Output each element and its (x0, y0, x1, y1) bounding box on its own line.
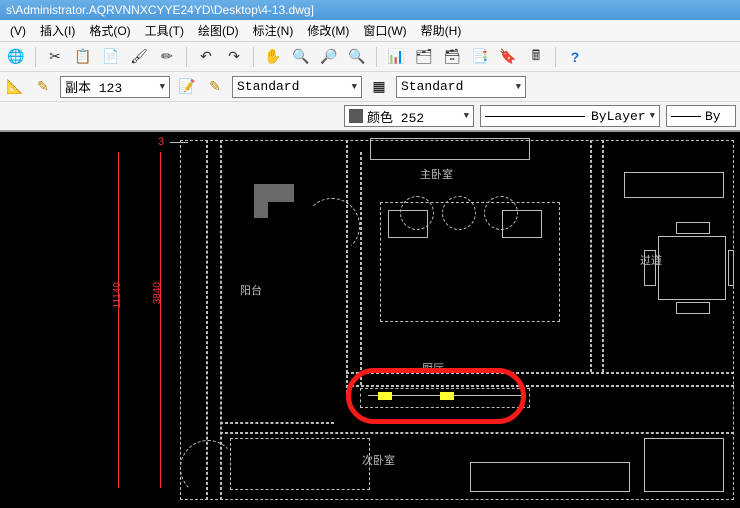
markup-icon[interactable]: 🔖 (496, 45, 520, 69)
chair (676, 222, 710, 234)
separator (555, 47, 556, 67)
separator (253, 47, 254, 67)
calculator-icon[interactable]: 🖩 (524, 45, 548, 69)
menu-insert[interactable]: 插入(I) (34, 20, 81, 41)
text-style-value: Standard (237, 79, 299, 94)
wall-segment (254, 184, 268, 218)
interior-wall (602, 140, 604, 372)
pencil-icon[interactable]: ✎ (32, 76, 54, 98)
cut-icon[interactable]: ✂ (43, 45, 67, 69)
interior-wall (220, 422, 334, 424)
menu-window[interactable]: 窗口(W) (357, 20, 412, 41)
headboard (370, 138, 530, 160)
zoom-prev-icon[interactable]: 🔍 (345, 45, 369, 69)
table-style-icon[interactable]: ▦ (368, 76, 390, 98)
interior-wall (590, 140, 592, 372)
chevron-down-icon: ▼ (512, 82, 521, 92)
zoom-window-icon[interactable]: 🔎 (317, 45, 341, 69)
menu-draw[interactable]: 绘图(D) (192, 20, 245, 41)
dim-style-value: 副本 123 (65, 77, 122, 96)
menu-help[interactable]: 帮助(H) (415, 20, 468, 41)
brush-icon[interactable]: 🖌 (127, 45, 151, 69)
lamp-icon (442, 196, 476, 230)
menu-tools[interactable]: 工具(T) (139, 20, 190, 41)
title-bar: s\Administrator.AQRVNNXCYYE24YD\Desktop\… (0, 0, 740, 20)
menu-bar: (V) 插入(I) 格式(O) 工具(T) 绘图(D) 标注(N) 修改(M) … (0, 20, 740, 42)
dim-line (118, 152, 119, 488)
pan-icon[interactable]: ✋ (261, 45, 285, 69)
linetype-combo[interactable]: ByLayer ▼ (480, 105, 660, 127)
interior-wall (346, 140, 348, 393)
help-icon[interactable]: ? (563, 45, 587, 69)
chair (644, 250, 656, 286)
lineweight-value: By (705, 109, 721, 124)
chevron-down-icon: ▼ (646, 111, 655, 121)
copy-icon[interactable]: 📋 (71, 45, 95, 69)
text-style-manager-icon[interactable]: 📝 (176, 76, 198, 98)
floor-plan: 主卧室 阳台 过道 厨厅 次卧室 (170, 132, 740, 508)
interior-wall (220, 432, 734, 434)
linetype-sample-icon (485, 116, 585, 117)
properties-icon[interactable]: 📊 (384, 45, 408, 69)
tool-palettes-icon[interactable]: 🗃 (440, 45, 464, 69)
table-style-value: Standard (401, 79, 463, 94)
menu-dimension[interactable]: 标注(N) (247, 20, 300, 41)
design-center-icon[interactable]: 🗂 (412, 45, 436, 69)
standard-toolbar: 🌐 ✂ 📋 📄 🖌 ✏ ↶ ↷ ✋ 🔍 🔎 🔍 📊 🗂 🗃 📑 🔖 🖩 ? (0, 42, 740, 72)
chevron-down-icon: ▼ (156, 82, 165, 92)
chair (676, 302, 710, 314)
linetype-value: ByLayer (591, 109, 646, 124)
dim-style-icon[interactable]: 📐 (4, 76, 26, 98)
chevron-down-icon: ▼ (460, 111, 469, 121)
bed2-furn (470, 462, 630, 492)
separator (35, 47, 36, 67)
dim-style-combo[interactable]: 副本 123 ▼ (60, 76, 170, 98)
eraser-icon[interactable]: ✏ (155, 45, 179, 69)
room-label-master: 主卧室 (420, 166, 453, 182)
table-style-combo[interactable]: Standard ▼ (396, 76, 526, 98)
dimension-text: 3 (158, 136, 164, 148)
separator (186, 47, 187, 67)
globe-icon[interactable]: 🌐 (4, 45, 28, 69)
properties-toolbar: 颜色 252 ▼ ByLayer ▼ By (0, 102, 740, 132)
color-swatch-icon (349, 109, 363, 123)
wardrobe (230, 438, 370, 490)
drawing-canvas[interactable]: 11140 3840 3 主卧室 阳台 过道 厨厅 次卧室 (0, 132, 740, 508)
pencil-icon[interactable]: ✎ (204, 76, 226, 98)
cabinet (624, 172, 724, 198)
title-text: s\Administrator.AQRVNNXCYYE24YD\Desktop\… (6, 3, 314, 17)
color-value: 颜色 252 (367, 107, 424, 126)
menu-modify[interactable]: 修改(M) (301, 20, 355, 41)
lineweight-sample-icon (671, 116, 701, 117)
annotation-highlight (346, 368, 526, 424)
dim-line (160, 152, 161, 488)
desk (644, 438, 724, 492)
undo-icon[interactable]: ↶ (194, 45, 218, 69)
room-label-balcony: 阳台 (240, 282, 262, 298)
zoom-realtime-icon[interactable]: 🔍 (289, 45, 313, 69)
lamp-icon (484, 196, 518, 230)
menu-format[interactable]: 格式(O) (83, 20, 136, 41)
lamp-icon (400, 196, 434, 230)
paste-icon[interactable]: 📄 (99, 45, 123, 69)
table (658, 236, 726, 300)
interior-wall (360, 152, 362, 385)
lineweight-combo[interactable]: By (666, 105, 736, 127)
chevron-down-icon: ▼ (348, 82, 357, 92)
text-style-combo[interactable]: Standard ▼ (232, 76, 362, 98)
chair (728, 250, 734, 286)
menu-view[interactable]: (V) (4, 22, 32, 40)
styles-toolbar: 📐 ✎ 副本 123 ▼ 📝 ✎ Standard ▼ ▦ Standard ▼ (0, 72, 740, 102)
redo-icon[interactable]: ↷ (222, 45, 246, 69)
separator (376, 47, 377, 67)
color-combo[interactable]: 颜色 252 ▼ (344, 105, 474, 127)
dimension-text: 3840 (152, 282, 163, 304)
sheet-set-icon[interactable]: 📑 (468, 45, 492, 69)
